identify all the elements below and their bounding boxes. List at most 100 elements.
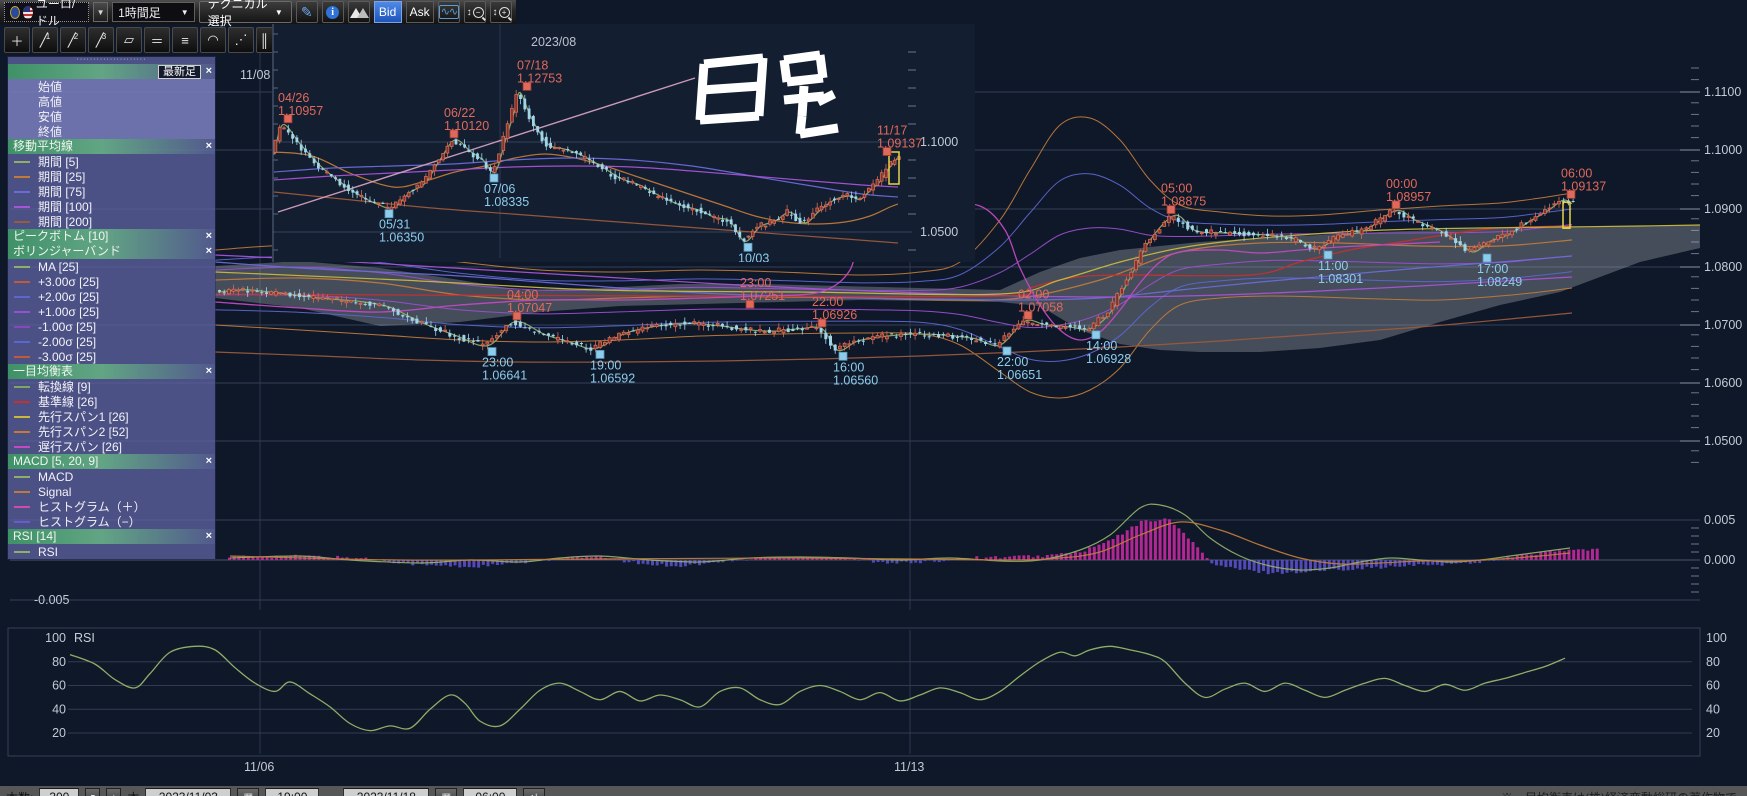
series-color-swatch: [14, 521, 30, 523]
range-tilde: ～: [325, 789, 337, 796]
svg-text:1.08957: 1.08957: [1386, 190, 1431, 204]
legend-item[interactable]: 高値: [8, 94, 215, 109]
series-color-swatch: [14, 506, 30, 508]
mountain-icon: [350, 7, 368, 18]
legend-item[interactable]: 期間 [100]: [8, 199, 215, 214]
legend-item[interactable]: 期間 [25]: [8, 169, 215, 184]
legend-item[interactable]: +3.00σ [25]: [8, 274, 215, 289]
svg-text:1.07251: 1.07251: [740, 289, 785, 303]
date-from-field[interactable]: 2023/11/03: [145, 788, 231, 796]
count-up-button[interactable]: ▲: [106, 788, 121, 796]
legend-item[interactable]: 期間 [75]: [8, 184, 215, 199]
fan-tool[interactable]: ⋰: [228, 27, 254, 53]
ruler-tool[interactable]: ▱: [116, 27, 142, 53]
series-color-swatch: [14, 191, 30, 193]
calendar-icon[interactable]: ▦: [237, 788, 259, 796]
multi-hlines-tool[interactable]: ≡: [172, 27, 198, 53]
legend-item[interactable]: MA [25]: [8, 259, 215, 274]
undo-icon[interactable]: ↵: [523, 788, 545, 796]
legend-item[interactable]: 先行スパン1 [26]: [8, 409, 215, 424]
zoom-out-button[interactable]: ↕−: [464, 1, 486, 23]
bar-count-input[interactable]: 300: [39, 788, 79, 796]
svg-text:60: 60: [52, 679, 66, 693]
legend-item[interactable]: 基準線 [26]: [8, 394, 215, 409]
legend-item[interactable]: +2.00σ [25]: [8, 289, 215, 304]
close-icon[interactable]: ×: [206, 244, 212, 259]
close-icon[interactable]: ×: [206, 529, 212, 544]
series-color-swatch: [14, 221, 30, 223]
close-icon[interactable]: ×: [206, 364, 212, 379]
svg-text:22:00: 22:00: [812, 295, 843, 309]
time-from-field[interactable]: 19:00: [265, 788, 319, 796]
legend-item[interactable]: 始値: [8, 79, 215, 94]
svg-text:1.1000: 1.1000: [1704, 143, 1742, 157]
crosshair-tool[interactable]: ＋: [4, 27, 30, 53]
close-icon[interactable]: ×: [206, 454, 212, 469]
technical-select-button[interactable]: テクニカル選択 ▼: [199, 1, 292, 23]
legend-item[interactable]: -2.00σ [25]: [8, 334, 215, 349]
timeframe-selector[interactable]: 1時間足 ▼: [112, 2, 195, 22]
svg-text:11/17: 11/17: [877, 124, 907, 138]
legend-item[interactable]: 遅行スパン [26]: [8, 439, 215, 454]
chevron-down-icon: ▼: [275, 8, 283, 17]
svg-text:100: 100: [1706, 631, 1727, 645]
legend-item[interactable]: RSI: [8, 544, 215, 559]
calendar-icon[interactable]: ▦: [435, 788, 457, 796]
time-to-field[interactable]: 06:00: [463, 788, 517, 796]
svg-text:17:00: 17:00: [1477, 262, 1508, 276]
ask-button[interactable]: Ask: [406, 1, 434, 23]
legend-item[interactable]: MACD: [8, 469, 215, 484]
trendline3-tool[interactable]: ╱3: [88, 27, 114, 53]
svg-text:06/22: 06/22: [444, 106, 475, 120]
legend-item[interactable]: 期間 [200]: [8, 214, 215, 229]
svg-text:02:00: 02:00: [1018, 287, 1049, 301]
legend-item[interactable]: +1.00σ [25]: [8, 304, 215, 319]
series-color-swatch: [14, 311, 30, 313]
svg-text:1.0900: 1.0900: [1704, 202, 1742, 216]
trendline2-tool[interactable]: ╱2: [60, 27, 86, 53]
legend-group-header: 移動平均線×: [8, 139, 215, 154]
tick-chart-button[interactable]: ∿∿: [438, 1, 460, 23]
count-down-button[interactable]: ▼: [85, 788, 100, 796]
legend-item[interactable]: 転換線 [9]: [8, 379, 215, 394]
svg-text:00:00: 00:00: [1386, 177, 1417, 191]
pair-dropdown-button[interactable]: ▼: [93, 2, 108, 22]
trendline1-tool[interactable]: ╱1: [32, 27, 58, 53]
timeframe-label: 1時間足: [118, 4, 161, 21]
close-icon[interactable]: ×: [206, 229, 212, 244]
svg-text:80: 80: [1706, 655, 1720, 669]
series-color-swatch: [14, 386, 30, 388]
series-color-swatch: [14, 416, 30, 418]
legend-item[interactable]: ヒストグラム（＋）: [8, 499, 215, 514]
bid-button[interactable]: Bid: [374, 1, 402, 23]
legend-item[interactable]: -1.00σ [25]: [8, 319, 215, 334]
legend-item[interactable]: -3.00σ [25]: [8, 349, 215, 364]
close-icon[interactable]: ×: [206, 64, 212, 79]
svg-text:04/26: 04/26: [278, 91, 309, 105]
chevron-down-icon: ▼: [97, 8, 105, 17]
two-hlines-tool[interactable]: ＝: [144, 27, 170, 53]
daily-inset-canvas: 1.10001.05002023/0804/261.1095706/221.10…: [272, 24, 975, 262]
legend-item[interactable]: 先行スパン2 [52]: [8, 424, 215, 439]
close-icon[interactable]: ×: [206, 139, 212, 154]
legend-item[interactable]: 期間 [5]: [8, 154, 215, 169]
mountain-chart-button[interactable]: [348, 1, 370, 23]
panel-drag-handle[interactable]: ·····················: [8, 57, 215, 64]
currency-pair-selector[interactable]: ユーロ/ドル: [4, 2, 89, 22]
legend-item[interactable]: 終値: [8, 124, 215, 139]
svg-text:1.10957: 1.10957: [278, 104, 323, 118]
date-to-field[interactable]: 2023/11/18: [343, 788, 429, 796]
zoom-in-button[interactable]: ↕+: [490, 1, 512, 23]
indicator-legend-panel[interactable]: ·····················最新足×始値高値安値終値移動平均線×期…: [8, 57, 215, 559]
legend-item[interactable]: 安値: [8, 109, 215, 124]
svg-text:04:00: 04:00: [507, 288, 538, 302]
legend-group-header: 最新足×: [8, 64, 215, 79]
arc-tool[interactable]: ◠: [200, 27, 226, 53]
info-button[interactable]: i: [322, 1, 344, 23]
svg-text:40: 40: [52, 702, 66, 716]
series-color-swatch: [14, 296, 30, 298]
legend-item[interactable]: ヒストグラム（−）: [8, 514, 215, 529]
draw-button[interactable]: ✎: [296, 1, 318, 23]
legend-item[interactable]: Signal: [8, 484, 215, 499]
waveform-icon: ∿∿: [439, 5, 459, 19]
